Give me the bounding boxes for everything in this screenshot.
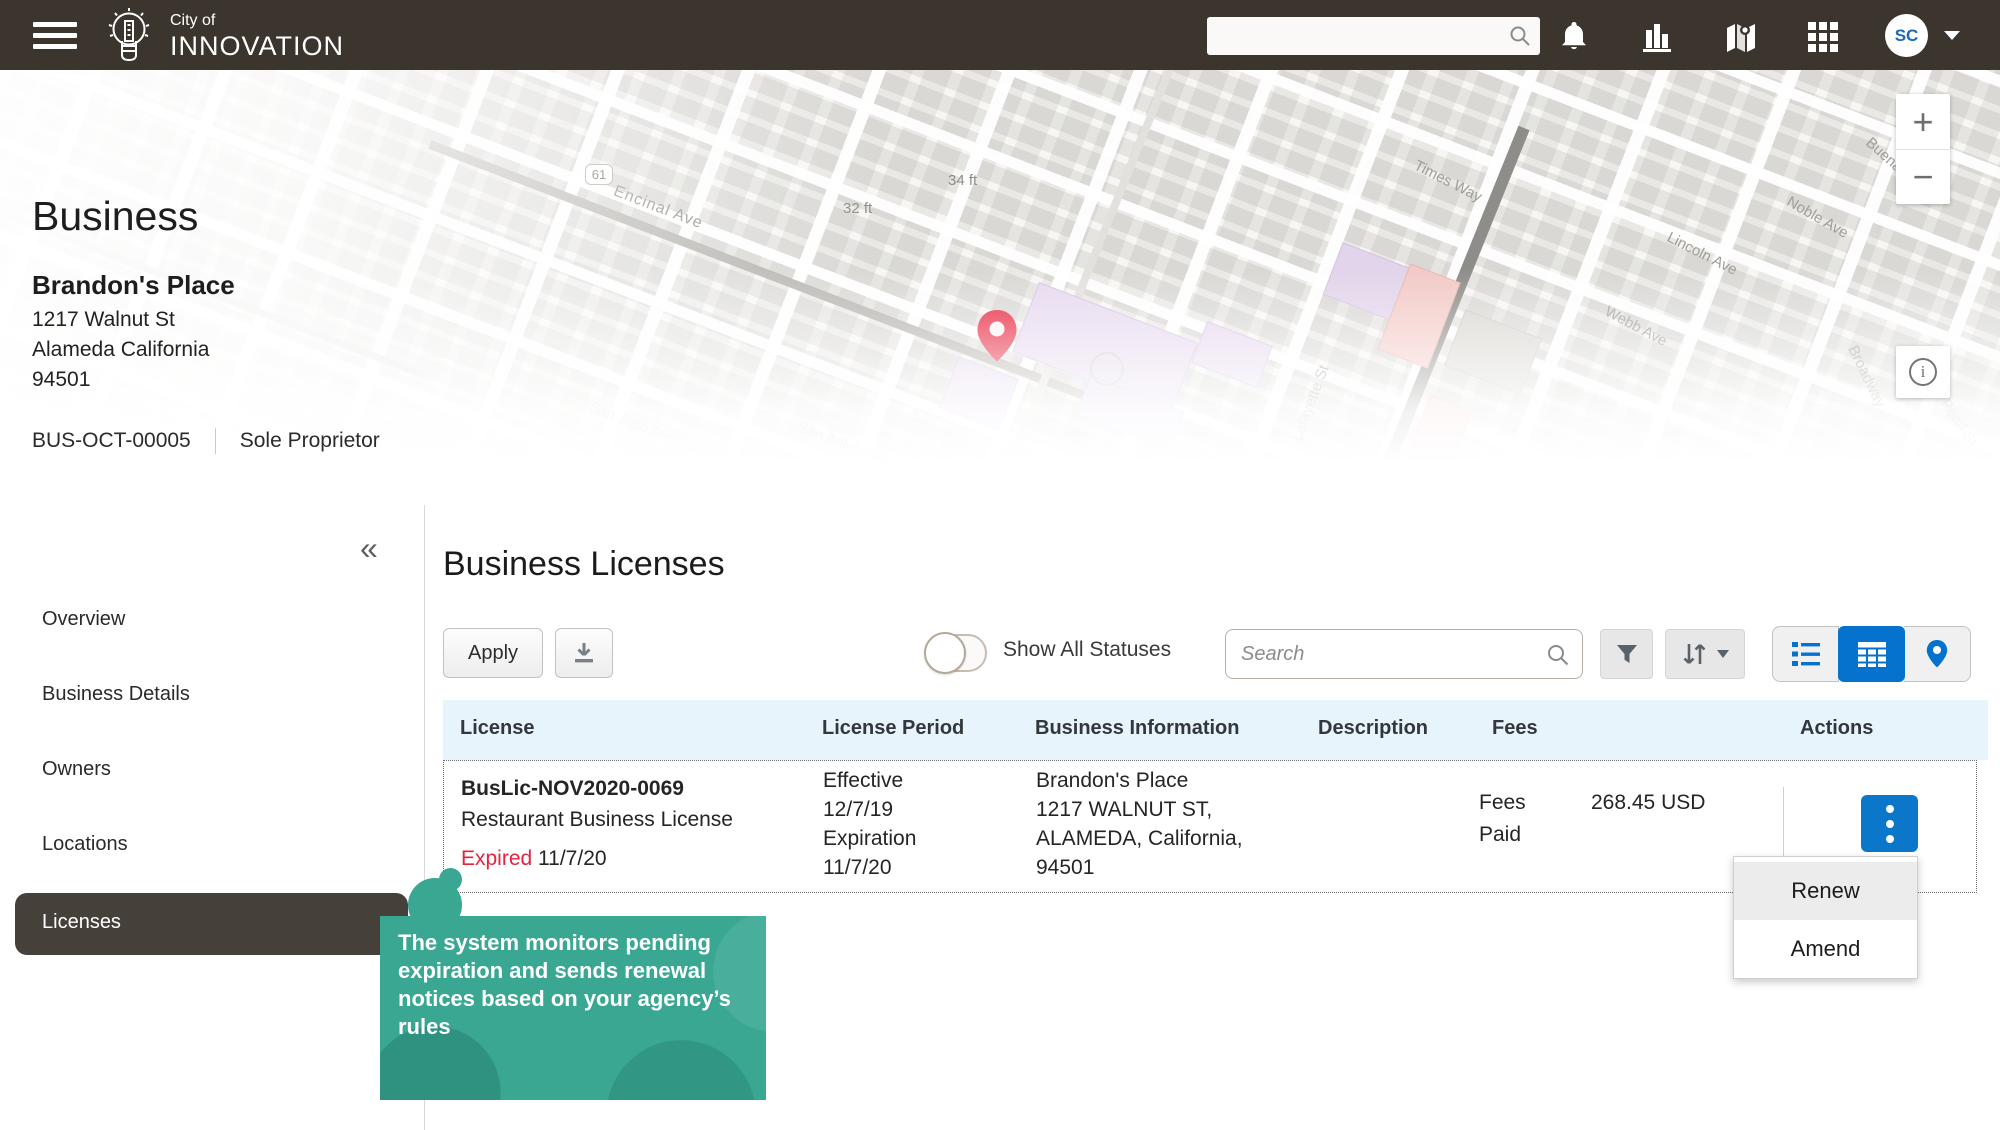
license-type: Restaurant Business License (461, 808, 733, 832)
user-menu-caret-icon[interactable] (1944, 31, 1960, 40)
avatar-initials: SC (1895, 26, 1919, 46)
license-number: BusLic-NOV2020-0069 (461, 777, 684, 801)
notifications-bell-icon[interactable] (1556, 18, 1592, 54)
street-label: 32 ft (843, 200, 872, 217)
brand-city-of: City of (170, 12, 344, 30)
zoom-in-button[interactable]: + (1896, 94, 1950, 149)
map-pin-view-icon (1925, 639, 1949, 669)
row-address-line3: 94501 (1036, 856, 1094, 880)
sidebar-item-overview[interactable]: Overview (42, 608, 125, 631)
status-date: 11/7/20 (538, 847, 607, 870)
map-info-button[interactable]: i (1896, 346, 1950, 398)
search-icon (1509, 25, 1531, 47)
row-actions-kebab-button[interactable] (1861, 795, 1918, 852)
global-search-box (1207, 17, 1540, 55)
zoom-out-button[interactable]: − (1896, 149, 1950, 204)
sort-arrows-icon (1680, 641, 1710, 667)
global-search-input[interactable] (1207, 17, 1540, 55)
fees-label: Fees (1479, 791, 1526, 815)
column-header-business-information: Business Information (1035, 717, 1239, 740)
section-title: Business Licenses (443, 545, 725, 584)
licenses-search-input[interactable] (1226, 630, 1582, 678)
toggle-knob (924, 632, 966, 674)
list-view-button[interactable] (1772, 626, 1839, 682)
business-record-id: BUS-OCT-00005 (32, 429, 191, 453)
brand-text: City of INNOVATION (170, 12, 344, 62)
expiration-label: Expiration (823, 827, 916, 851)
sidebar-item-owners[interactable]: Owners (42, 758, 111, 781)
download-button[interactable] (555, 628, 613, 678)
app-window: Clinton Ave Encinal Ave 61 32 ft 34 ft S… (0, 0, 2000, 1130)
table-header: License License Period Business Informat… (443, 700, 1988, 760)
license-status-line: Expired 11/7/20 (461, 847, 607, 871)
licenses-search-box (1225, 629, 1583, 679)
business-name: Brandon's Place (32, 270, 235, 301)
sidebar-item-business-details[interactable]: Business Details (42, 683, 190, 706)
column-header-license: License (460, 717, 534, 740)
expiration-date: 11/7/20 (823, 856, 892, 880)
effective-date: 12/7/19 (823, 798, 893, 822)
highway-shield: 61 (585, 164, 613, 185)
sort-caret-icon (1716, 649, 1730, 659)
show-all-statuses-toggle[interactable] (925, 634, 987, 672)
map-zoom-controls: + − (1896, 94, 1950, 204)
sidebar-collapse-button[interactable]: « (360, 530, 378, 567)
hamburger-menu-icon[interactable] (33, 22, 77, 49)
sidebar-item-licenses[interactable]: Licenses (15, 893, 408, 955)
map-nav-icon[interactable] (1722, 18, 1760, 56)
map-circle-feature (1090, 352, 1124, 386)
city-logo-lightbulb-icon[interactable] (98, 5, 160, 67)
row-address-line2: ALAMEDA, California, (1036, 827, 1243, 851)
menu-item-amend[interactable]: Amend (1734, 920, 1917, 978)
grid-view-button[interactable] (1838, 626, 1905, 682)
sidebar-item-locations[interactable]: Locations (42, 833, 128, 856)
analytics-bar-chart-icon[interactable] (1638, 18, 1676, 56)
business-address-line2: Alameda California (32, 338, 209, 362)
row-address-line1: 1217 WALNUT ST, (1036, 798, 1212, 822)
menu-item-renew[interactable]: Renew (1734, 862, 1917, 920)
street-label: 34 ft (948, 172, 977, 189)
effective-label: Effective (823, 769, 903, 793)
column-header-actions: Actions (1800, 717, 1873, 740)
map-canvas[interactable]: Clinton Ave Encinal Ave 61 32 ft 34 ft S… (0, 70, 2000, 468)
actions-dropdown-menu: Renew Amend (1733, 856, 1918, 979)
list-view-icon (1790, 640, 1822, 668)
map-view-button[interactable] (1904, 626, 1971, 682)
tour-tooltip: The system monitors pending expiration a… (380, 916, 766, 1100)
download-icon (571, 640, 597, 666)
business-meta: BUS-OCT-00005 Sole Proprietor (32, 428, 380, 454)
page-title: Business (32, 193, 198, 240)
brand-innovation: INNOVATION (170, 31, 344, 62)
sort-button[interactable] (1665, 629, 1745, 679)
grid-view-icon (1856, 640, 1888, 668)
business-type: Sole Proprietor (240, 429, 380, 453)
business-address-line3: 94501 (32, 368, 90, 392)
column-header-description: Description (1318, 717, 1428, 740)
actions-divider (1783, 787, 1784, 859)
info-icon: i (1909, 358, 1937, 386)
meta-divider (215, 428, 216, 454)
map-location-pin[interactable] (975, 308, 1019, 364)
sidebar-item-licenses-label: Licenses (42, 911, 121, 934)
business-address-line1: 1217 Walnut St (32, 308, 175, 332)
user-avatar[interactable]: SC (1885, 14, 1928, 57)
show-all-statuses-label: Show All Statuses (1003, 638, 1171, 662)
view-switcher (1772, 626, 1971, 682)
app-grid-icon[interactable] (1806, 20, 1840, 54)
top-navigation-bar: City of INNOVATION SC (0, 0, 2000, 70)
filter-button[interactable] (1600, 629, 1653, 679)
search-icon (1546, 643, 1570, 667)
row-business-name: Brandon's Place (1036, 769, 1188, 793)
apply-button[interactable]: Apply (443, 628, 543, 678)
filter-funnel-icon (1615, 642, 1639, 666)
column-header-fees: Fees (1492, 717, 1538, 740)
column-header-license-period: License Period (822, 717, 964, 740)
fees-status: Paid (1479, 823, 1521, 847)
status-badge: Expired (461, 847, 532, 870)
fees-amount: 268.45 USD (1591, 791, 1705, 815)
